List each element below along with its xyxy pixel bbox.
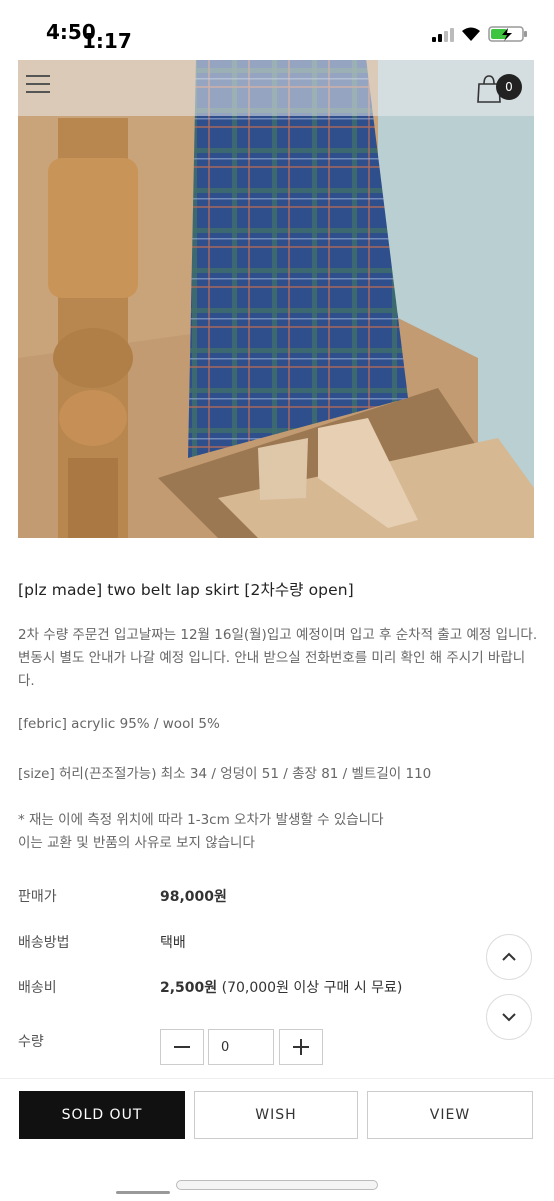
battery-icon (488, 26, 527, 42)
minus-icon (174, 1046, 190, 1048)
product-image[interactable] (18, 58, 534, 538)
top-nav: 0 (18, 58, 534, 116)
shipping-fee-note: (70,000원 이상 구매 시 무료) (221, 980, 403, 996)
status-bar: 4:50 1:17 (0, 0, 554, 60)
shipping-fee-amount: 2,500원 (160, 980, 218, 996)
quantity-label: 수량 (18, 1034, 44, 1050)
shipping-fee-label: 배송비 (18, 980, 57, 996)
quantity-input[interactable] (208, 1029, 274, 1065)
signal-icon (432, 26, 454, 42)
wish-button[interactable]: WISH (194, 1091, 358, 1139)
scroll-up-button[interactable] (486, 934, 532, 980)
shipping-method-label: 배송방법 (18, 935, 70, 951)
exchange-note: 이는 교환 및 반품의 사유로 보지 않습니다 (18, 835, 255, 851)
status-icons (432, 24, 530, 44)
product-title: [plz made] two belt lap skirt [2차수량 open… (18, 581, 354, 599)
shipping-fee-value: 2,500원 (70,000원 이상 구매 시 무료) (160, 977, 402, 997)
status-time-overlay: 1:17 (82, 29, 132, 53)
view-button[interactable]: VIEW (367, 1091, 533, 1139)
scroll-down-button[interactable] (486, 994, 532, 1040)
decrease-quantity-button[interactable] (160, 1029, 204, 1065)
chevron-up-icon (502, 952, 516, 961)
increase-quantity-button[interactable] (279, 1029, 323, 1065)
plus-icon (293, 1039, 309, 1055)
cart-button[interactable]: 0 (476, 70, 522, 106)
hamburger-icon[interactable] (26, 75, 50, 95)
product-description: 2차 수량 주문건 입고날짜는 12월 16일(월)입고 예정이며 입고 후 순… (18, 627, 538, 689)
shipping-method-value: 택배 (160, 935, 186, 951)
size-info: [size] 허리(끈조절가능) 최소 34 / 엉덩이 51 / 총장 81 … (18, 766, 432, 782)
chevron-down-icon (502, 1013, 516, 1022)
price-amount: 98,000원 (160, 889, 227, 905)
measurement-note: * 재는 이에 측정 위치에 따라 1-3cm 오차가 발생할 수 있습니다 (18, 812, 384, 828)
cart-count-badge: 0 (496, 74, 522, 100)
browser-handle[interactable] (176, 1180, 378, 1190)
wifi-icon (462, 27, 480, 41)
price-label: 판매가 (18, 889, 57, 905)
sold-out-button[interactable]: SOLD OUT (19, 1091, 185, 1139)
home-indicator[interactable] (116, 1191, 170, 1194)
fabric-info: [febric] acrylic 95% / wool 5% (18, 716, 220, 732)
price-value: 98,000원 (160, 886, 227, 906)
